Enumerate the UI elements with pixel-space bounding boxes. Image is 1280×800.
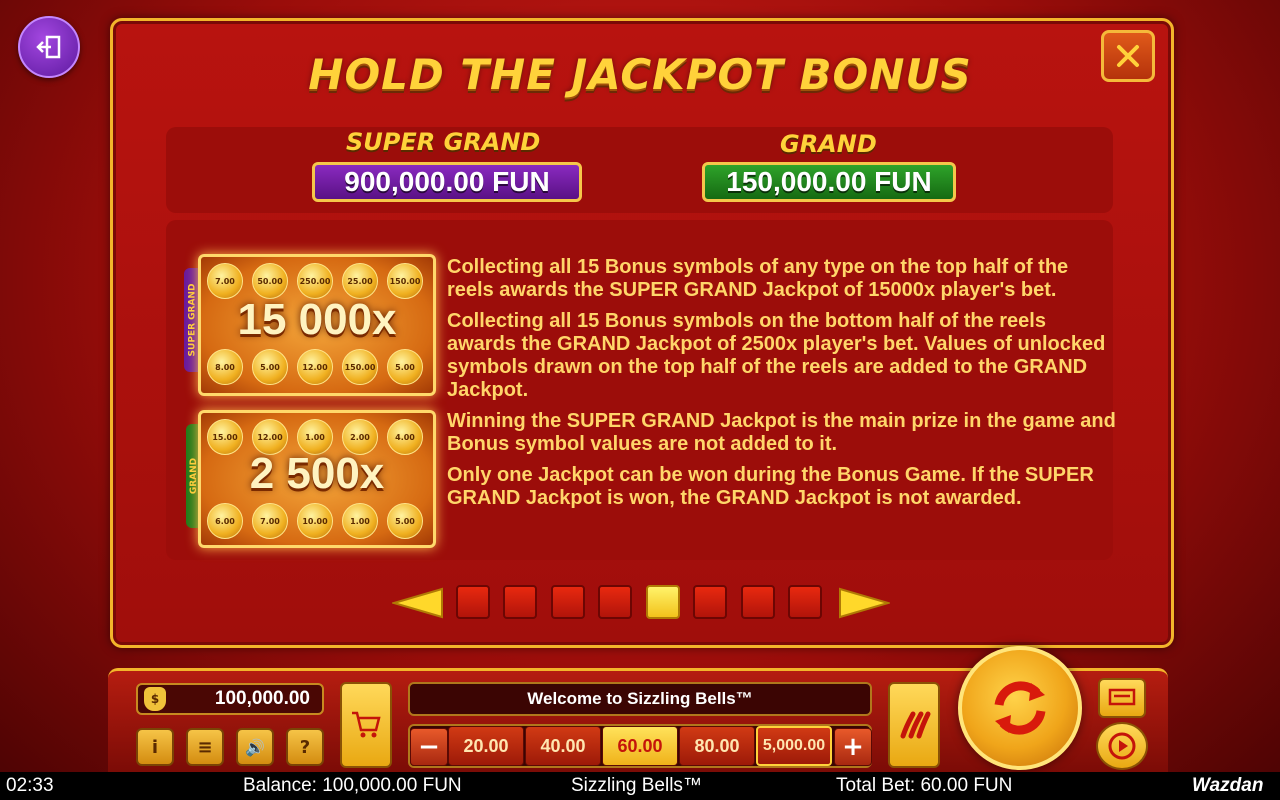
menu-button[interactable]: ≡ <box>186 728 224 766</box>
brand-logo: Wazdan <box>1192 775 1264 796</box>
status-total-bet: Total Bet: 60.00 FUN <box>836 775 1013 796</box>
spin-button[interactable] <box>958 646 1082 770</box>
page-indicator-3[interactable] <box>551 585 585 619</box>
bonus-coin: 10.00 <box>297 503 333 539</box>
page-indicator-2[interactable] <box>503 585 537 619</box>
clock: 02:33 <box>6 775 54 796</box>
rule-paragraph: Winning the SUPER GRAND Jackpot is the m… <box>447 410 1116 455</box>
page-indicator-5[interactable] <box>646 585 680 619</box>
bonus-coin: 7.00 <box>252 503 288 539</box>
bet-option[interactable]: 20.00 <box>448 726 524 766</box>
rules-text: Collecting all 15 Bonus symbols of any t… <box>447 256 1117 518</box>
autoplay-icon <box>1108 732 1136 760</box>
close-button[interactable] <box>1101 30 1155 82</box>
sound-button[interactable]: 🔊 <box>236 728 274 766</box>
bet-option-selected[interactable]: 60.00 <box>602 726 678 766</box>
bonus-coin: 250.00 <box>297 263 333 299</box>
super-grand-illustration: 7.00 50.00 250.00 25.00 150.00 15 000x 8… <box>198 254 436 396</box>
bet-increase-button[interactable]: + <box>834 728 872 766</box>
next-page-button[interactable] <box>838 585 892 625</box>
prev-page-button[interactable] <box>390 585 444 625</box>
turbo-icon <box>1108 688 1136 706</box>
bonus-coin: 1.00 <box>342 503 378 539</box>
buy-button[interactable] <box>340 682 392 768</box>
help-button[interactable]: ? <box>286 728 324 766</box>
rule-paragraph: Only one Jackpot can be won during the B… <box>447 464 1094 509</box>
super-grand-value: 900,000.00 FUN <box>312 162 582 202</box>
bonus-coin: 7.00 <box>207 263 243 299</box>
autoplay-settings-button[interactable] <box>1098 678 1146 718</box>
autoplay-button[interactable] <box>1096 722 1148 770</box>
page-indicator-1[interactable] <box>456 585 490 619</box>
grand-illustration: 15.00 12.00 1.00 2.00 4.00 2 500x 6.00 7… <box>198 410 436 548</box>
bet-option-max[interactable]: 5,000.00 <box>756 726 832 766</box>
cart-icon <box>352 711 381 738</box>
jackpot-strip <box>166 127 1113 213</box>
close-icon <box>1117 45 1139 67</box>
page-title: HOLD THE JACKPOT BONUS <box>308 50 972 99</box>
arrow-left-icon <box>390 587 443 619</box>
spin-arrows-icon <box>994 681 1046 735</box>
bonus-coin: 5.00 <box>252 349 288 385</box>
page-indicator-8[interactable] <box>788 585 822 619</box>
info-button[interactable]: i <box>136 728 174 766</box>
money-bag-icon: $ <box>144 687 166 711</box>
bet-decrease-button[interactable]: − <box>410 728 448 766</box>
message-bar: Welcome to Sizzling Bells™ <box>408 682 872 716</box>
rule-paragraph: Collecting all 15 Bonus symbols on the b… <box>447 310 1106 401</box>
page-indicator-7[interactable] <box>741 585 775 619</box>
super-grand-label: SUPER GRAND <box>346 128 541 156</box>
grand-label: GRAND <box>780 130 877 158</box>
bonus-coin: 150.00 <box>387 263 423 299</box>
page-indicator-6[interactable] <box>693 585 727 619</box>
bonus-coin: 8.00 <box>207 349 243 385</box>
chili-icon <box>900 711 931 739</box>
bonus-coin: 5.00 <box>387 349 423 385</box>
bet-option[interactable]: 80.00 <box>679 726 755 766</box>
bonus-coin: 50.00 <box>252 263 288 299</box>
bonus-coin: 5.00 <box>387 503 423 539</box>
status-bar: 02:33 Balance: 100,000.00 FUN Sizzling B… <box>0 772 1280 800</box>
chili-button[interactable] <box>888 682 940 768</box>
bet-option[interactable]: 40.00 <box>525 726 601 766</box>
bonus-coin: 25.00 <box>342 263 378 299</box>
status-balance: Balance: 100,000.00 FUN <box>243 775 462 796</box>
bonus-coin: 150.00 <box>342 349 378 385</box>
rule-paragraph: Collecting all 15 Bonus symbols of any t… <box>447 256 1069 301</box>
game-name: Sizzling Bells™ <box>571 775 702 796</box>
grand-multiplier: 2 500x <box>249 449 385 498</box>
arrow-right-icon <box>839 587 892 619</box>
page-indicator-4[interactable] <box>598 585 632 619</box>
bonus-coin: 6.00 <box>207 503 243 539</box>
super-grand-multiplier: 15 000x <box>237 295 397 344</box>
bonus-coin: 12.00 <box>297 349 333 385</box>
grand-value: 150,000.00 FUN <box>702 162 956 202</box>
